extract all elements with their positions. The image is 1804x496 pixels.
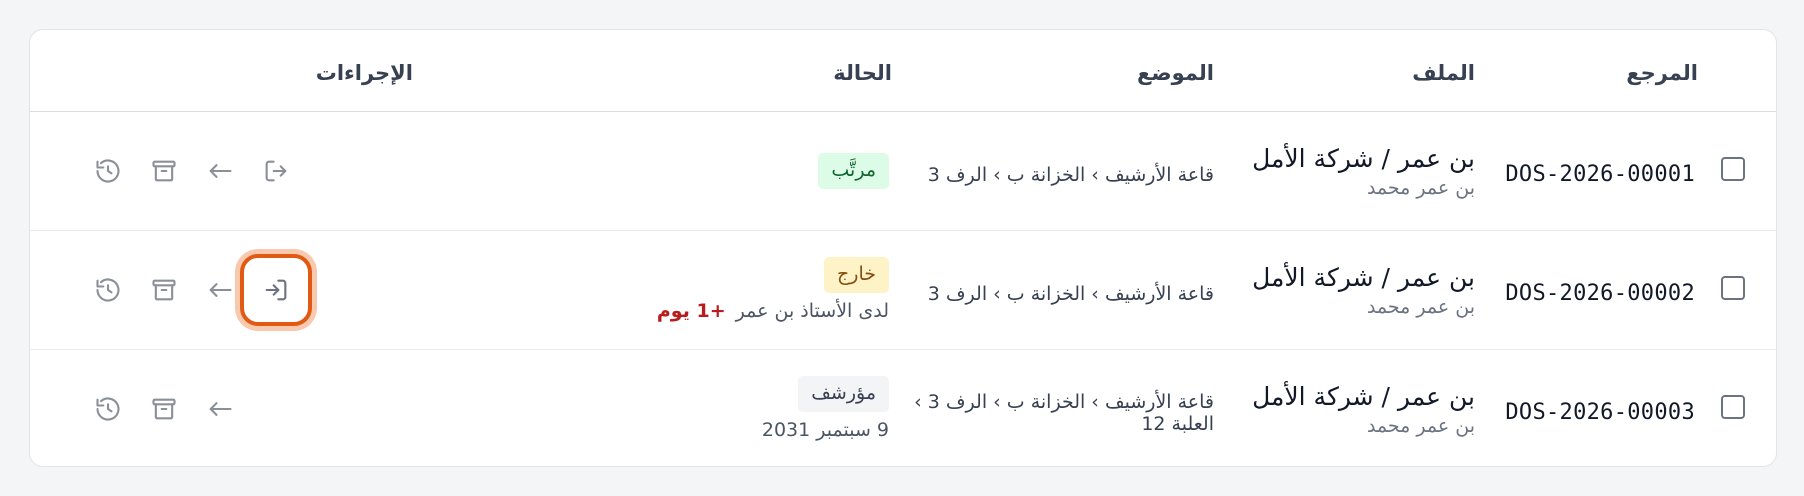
arrow-left-icon[interactable] (192, 143, 248, 199)
reference-code: DOS-2026-00001 (1505, 162, 1695, 187)
header-actions: الإجراءات (315, 61, 413, 86)
header-reference: المرجع (1626, 61, 1698, 86)
file-title: بن عمر / شركة الأمل (1252, 381, 1475, 411)
history-icon[interactable] (80, 262, 136, 318)
location-path: قاعة الأرشيف › الخزانة ب › الرف 3 › العل… (914, 390, 1214, 435)
files-table-card: المرجع الملف الموضع الحالة الإجراءات DOS… (29, 29, 1777, 467)
file-title: بن عمر / شركة الأمل (1252, 143, 1475, 173)
header-status: الحالة (833, 61, 892, 86)
overdue-badge: +1 يوم (656, 300, 726, 322)
reference-code: DOS-2026-00003 (1505, 400, 1695, 426)
archive-icon[interactable] (136, 381, 192, 437)
row-actions (80, 381, 413, 437)
borrower-info: لدى الأستاذ بن عمر +1 يوم (413, 300, 889, 322)
file-client: بن عمر محمد (1366, 414, 1475, 437)
history-icon[interactable] (80, 143, 136, 199)
table-header-row: المرجع الملف الموضع الحالة الإجراءات (30, 30, 1776, 111)
table-row: DOS-2026-00001 بن عمر / شركة الأمل بن عم… (30, 111, 1776, 230)
file-title: بن عمر / شركة الأمل (1252, 262, 1475, 292)
file-client: بن عمر محمد (1366, 295, 1475, 318)
reference-code: DOS-2026-00002 (1505, 281, 1695, 306)
header-file: الملف (1412, 61, 1475, 86)
row-checkbox[interactable] (1721, 394, 1745, 419)
row-checkbox[interactable] (1721, 156, 1745, 181)
header-location: الموضع (1137, 61, 1214, 86)
table-row: DOS-2026-00003 بن عمر / شركة الأمل بن عم… (30, 349, 1776, 466)
borrower-name: لدى الأستاذ بن عمر (735, 300, 889, 322)
header-select (1698, 30, 1776, 111)
files-table: المرجع الملف الموضع الحالة الإجراءات DOS… (30, 30, 1776, 466)
location-path: قاعة الأرشيف › الخزانة ب › الرف 3 (927, 163, 1214, 186)
row-actions (80, 143, 413, 199)
archive-icon[interactable] (136, 262, 192, 318)
archived-date: 9 سبتمبر 2031 (761, 419, 889, 442)
file-client: بن عمر محمد (1366, 176, 1475, 199)
row-actions (80, 253, 413, 326)
archive-icon[interactable] (136, 143, 192, 199)
status-badge: خارج (824, 257, 889, 293)
history-icon[interactable] (80, 381, 136, 437)
row-checkbox[interactable] (1721, 275, 1745, 300)
table-row: DOS-2026-00002 بن عمر / شركة الأمل بن عم… (30, 230, 1776, 349)
location-path: قاعة الأرشيف › الخزانة ب › الرف 3 (927, 282, 1214, 305)
arrow-left-icon[interactable] (192, 381, 248, 437)
checkin-icon[interactable] (240, 253, 312, 326)
status-badge: مؤرشف (798, 376, 889, 413)
status-badge: مرتَّب (818, 152, 889, 189)
checkout-icon[interactable] (248, 143, 304, 199)
